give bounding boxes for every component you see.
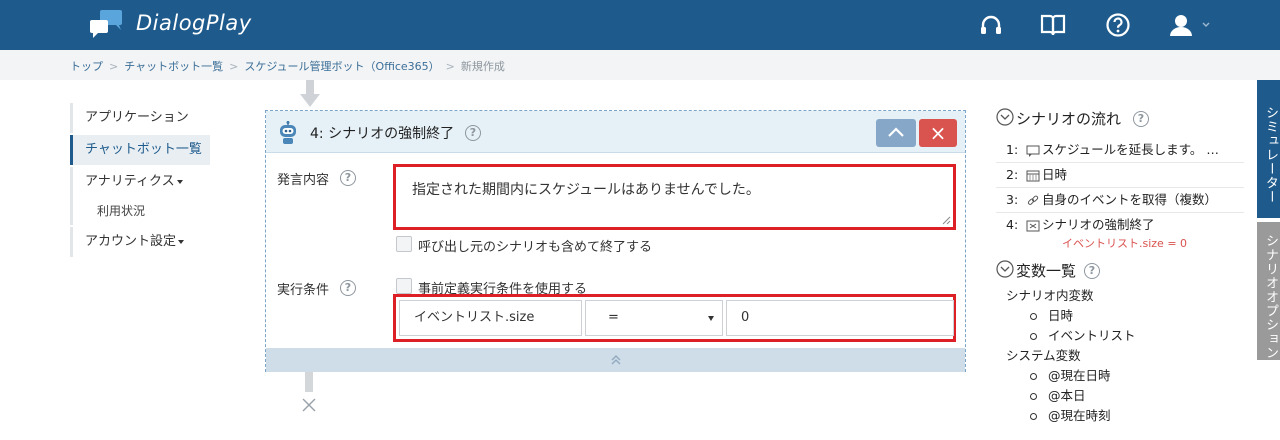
select-caret-icon (708, 316, 714, 321)
chevron-up-icon (888, 127, 904, 137)
flow-step-number: 2: (1006, 167, 1019, 182)
flow-step-label: 日時 (1042, 167, 1068, 182)
flow-step-number: 4: (1006, 217, 1019, 232)
variable-item[interactable]: 日時 (996, 306, 1244, 326)
scenario-step-card: 4: シナリオの強制終了 ? × 発言内容 ? 指定された期間内にスケジュールは… (265, 110, 966, 372)
flow-step-label: シナリオの強制終了 (1042, 217, 1155, 232)
sidebar-item-account[interactable]: アカウント設定 (70, 227, 210, 257)
variable-item[interactable]: イベントリスト (996, 326, 1244, 346)
flow-step-label: 自身のイベントを取得（複数） (1042, 192, 1218, 207)
breadcrumb-separator: > (229, 60, 239, 73)
tab-simulator[interactable]: シミュレーター (1257, 80, 1280, 218)
card-title: 4: シナリオの強制終了 (310, 126, 455, 142)
help-icon[interactable] (1105, 12, 1131, 38)
breadcrumb-current: 新規作成 (460, 60, 505, 73)
scenario-vars-label: シナリオ内変数 (1006, 288, 1094, 303)
caret-down-icon (178, 239, 185, 244)
delete-step-button[interactable]: × (919, 119, 957, 147)
vars-header[interactable]: 変数一覧 ? (996, 258, 1244, 282)
resize-grip-icon[interactable] (942, 216, 951, 225)
flow-end-x-icon (302, 398, 316, 412)
sidebar-item-application[interactable]: アプリケーション (70, 103, 210, 133)
sidebar-item-usage[interactable]: 利用状況 (70, 197, 210, 225)
chevron-down-circle-icon (996, 260, 1014, 278)
sidebar-item-label: アプリケーション (85, 110, 189, 125)
sidebar-item-label: 利用状況 (97, 204, 146, 218)
help-icon[interactable]: ? (1133, 111, 1149, 127)
sidebar-item-label: チャットボット一覧 (85, 142, 202, 157)
book-icon[interactable] (1040, 12, 1066, 38)
flow-step[interactable]: 2: 日時 (996, 163, 1244, 188)
flow-step[interactable]: 1: スケジュールを延長します。 … (996, 138, 1244, 163)
card-header: 4: シナリオの強制終了 ? × (266, 111, 965, 153)
caret-down-icon (176, 179, 183, 184)
breadcrumb-top[interactable]: トップ (70, 58, 103, 74)
calendar-icon (1026, 170, 1040, 181)
brand-name[interactable]: DialogPlay (136, 11, 252, 35)
variable-item[interactable]: @現在時刻 (996, 406, 1244, 426)
condition-value-input[interactable]: 0 (726, 300, 954, 336)
flow-step[interactable]: 3: 自身のイベントを取得（複数） (996, 188, 1244, 213)
flow-step-number: 1: (1006, 142, 1019, 157)
speech-bubble-icon (1026, 145, 1040, 157)
condition-label: 実行条件 (277, 283, 330, 298)
link-icon (1027, 195, 1039, 205)
sidebar-item-analytics[interactable]: アナリティクス (70, 167, 210, 197)
help-icon[interactable]: ? (465, 125, 481, 141)
breadcrumb-separator: > (109, 60, 119, 73)
condition-operator-value: = (608, 310, 619, 325)
collapse-up-button[interactable] (876, 119, 916, 147)
variable-item[interactable]: @本日 (996, 386, 1244, 406)
robot-icon (280, 121, 296, 144)
sidebar-item-chatbot-list[interactable]: チャットボット一覧 (70, 135, 210, 165)
condition-variable-input[interactable]: イベントリスト.size (399, 300, 582, 336)
flow-step-number: 3: (1006, 192, 1019, 207)
help-icon[interactable]: ? (1084, 263, 1100, 279)
flow-step-condition-note: イベントリスト.size = 0 (1062, 237, 1188, 250)
condition-value: 0 (741, 310, 750, 325)
flow-title: シナリオの流れ (1016, 110, 1122, 128)
breadcrumb-separator: > (445, 60, 455, 73)
tab-scenario-options[interactable]: シナリオオプション (1257, 222, 1280, 360)
flow-step-current[interactable]: 4: シナリオの強制終了 (996, 213, 1244, 238)
breadcrumb-schedule-bot[interactable]: スケジュール管理ボット（Office365） (244, 58, 439, 74)
end-caller-checkbox[interactable] (396, 236, 412, 252)
sidebar-item-label: アナリティクス (85, 174, 175, 189)
flow-step-label: スケジュールを延長します。 … (1042, 142, 1219, 157)
help-icon[interactable]: ? (340, 280, 356, 296)
vars-title: 変数一覧 (1016, 262, 1077, 280)
breadcrumb-chatbot-list[interactable]: チャットボット一覧 (124, 58, 223, 74)
sidebar-nav: アプリケーション チャットボット一覧 アナリティクス 利用状況 アカウント設定 (70, 103, 210, 257)
headset-icon[interactable] (978, 12, 1004, 38)
chevron-down-circle-icon (996, 108, 1014, 126)
utterance-label: 発言内容 (277, 173, 330, 188)
flow-connector (305, 372, 313, 392)
breadcrumb-bar: トップ > チャットボット一覧 > スケジュール管理ボット（Office365） > 新規作… (0, 50, 1280, 80)
condition-variable-value: イベントリスト.size (414, 310, 535, 325)
breadcrumb: トップ > チャットボット一覧 > スケジュール管理ボット（Office365） > 新規作… (70, 58, 505, 74)
utterance-text: 指定された期間内にスケジュールはありませんでした。 (412, 182, 760, 198)
sidebar-item-label: アカウント設定 (85, 234, 177, 249)
help-icon[interactable]: ? (340, 170, 356, 186)
card-collapse-bar[interactable] (266, 348, 965, 372)
end-caller-label[interactable]: 呼び出し元のシナリオも含めて終了する (418, 236, 652, 255)
flow-header[interactable]: シナリオの流れ ? (996, 106, 1244, 130)
logo-icon (90, 10, 122, 38)
condition-row: イベントリスト.size = 0 (393, 294, 956, 342)
variable-item[interactable]: @現在日時 (996, 366, 1244, 386)
system-vars-label: システム変数 (1006, 348, 1081, 363)
double-chevron-up-icon (611, 355, 621, 365)
utterance-textarea[interactable]: 指定された期間内にスケジュールはありませんでした。 (393, 164, 956, 230)
top-header: DialogPlay (0, 0, 1280, 50)
condition-operator-select[interactable]: = (585, 300, 723, 336)
flow-arrow-down-icon (300, 80, 320, 107)
user-icon[interactable] (1168, 12, 1210, 38)
use-predefined-checkbox[interactable] (396, 278, 412, 294)
scenario-flow-panel: シナリオの流れ ? 1: スケジュールを延長します。 … 2: 日時 3: 自身のイベ… (996, 106, 1244, 426)
end-scenario-icon (1026, 220, 1040, 231)
